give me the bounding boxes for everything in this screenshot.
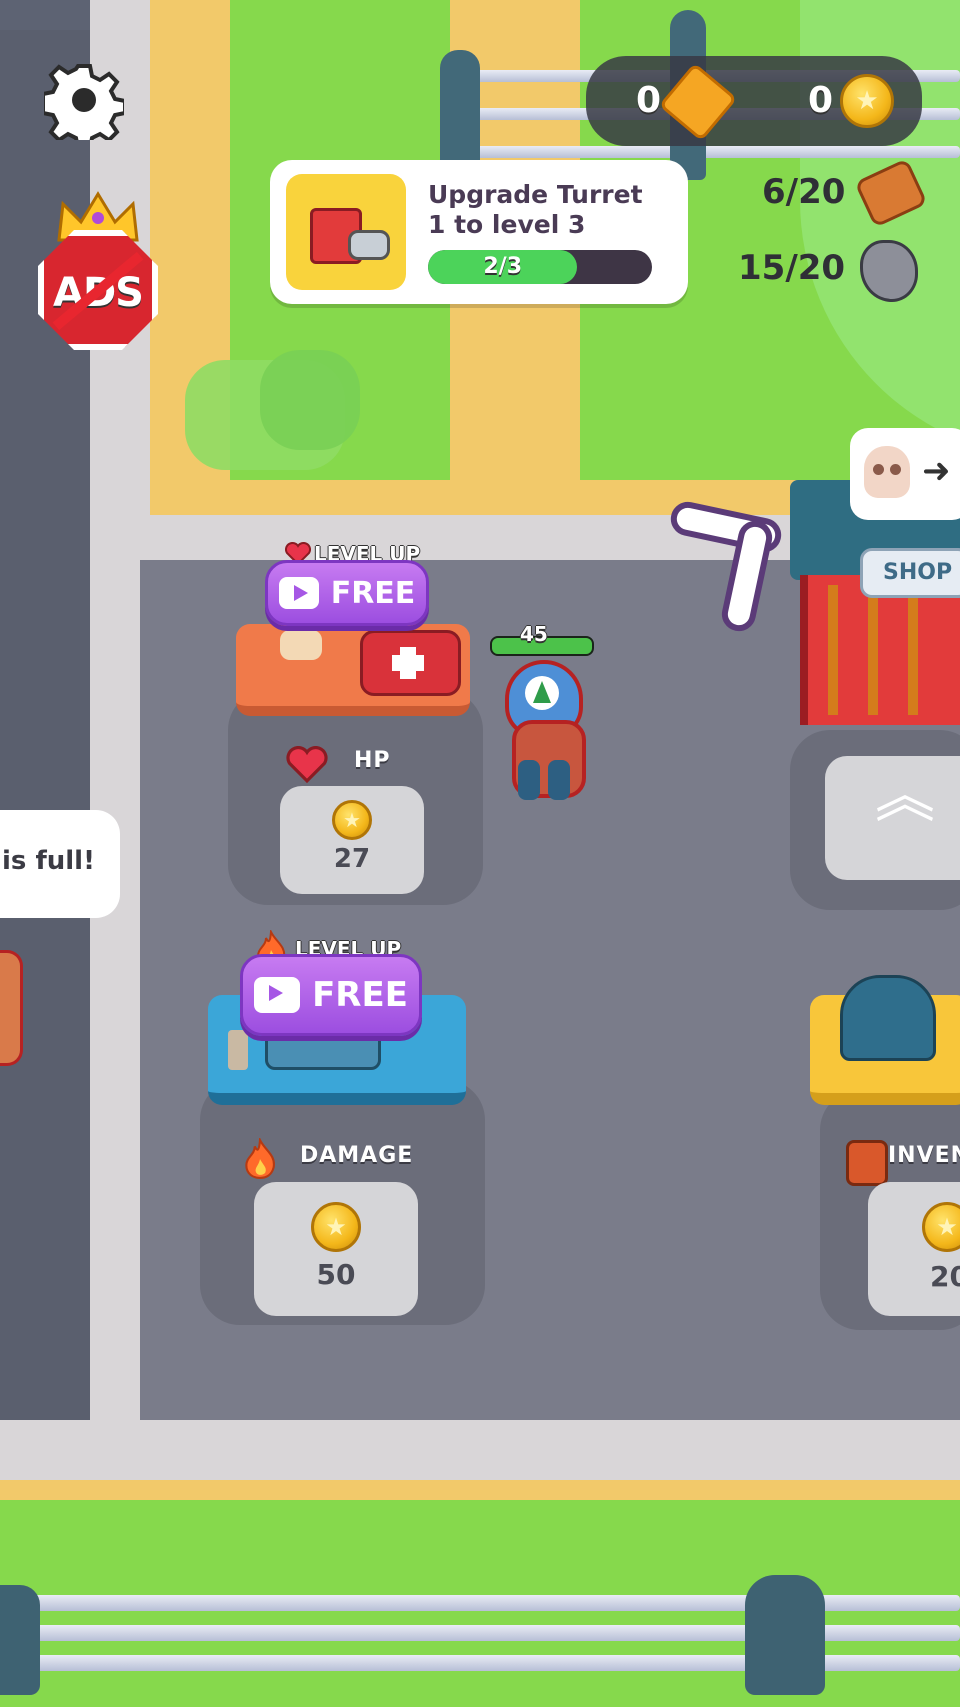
play-video-icon: [254, 977, 301, 1013]
bush: [260, 350, 360, 450]
gear-icon: [41, 64, 127, 150]
fence-post: [440, 50, 480, 170]
play-video-icon: [278, 577, 319, 609]
bandage-icon: [280, 630, 322, 660]
notification-bubble: is full!: [0, 810, 120, 918]
hp-stat-label: HP: [354, 748, 391, 773]
damage-free-button[interactable]: FREE: [240, 954, 422, 1036]
quest-progress-text: 2/3: [483, 254, 523, 279]
currency-panel: 0 0 ★: [586, 56, 922, 146]
settings-button[interactable]: [41, 60, 127, 150]
fence-rail: [470, 146, 960, 158]
quest-card[interactable]: Upgrade Turret 1 to level 3 2/3: [270, 160, 688, 304]
tree-logo-icon: [525, 676, 559, 710]
gun-icon: [265, 1030, 381, 1070]
quest-progress-bar: 2/3: [428, 250, 652, 284]
damage-free-label: FREE: [312, 975, 408, 1015]
medkit-icon: [360, 630, 461, 696]
arrow-right-icon: ➜: [922, 451, 951, 491]
skull-icon: [864, 446, 910, 498]
wood-count: 6/20: [762, 172, 846, 212]
partial-character: [0, 950, 23, 1066]
skull-arrow-bubble: ➜: [850, 428, 960, 520]
damage-upgrade-price[interactable]: ★ 50: [254, 1182, 418, 1316]
notification-text: is full!: [2, 846, 95, 876]
quest-title-line2: 1 to level 3: [428, 210, 586, 239]
damage-stat-label: DAMAGE: [300, 1143, 414, 1168]
hp-price-value: 27: [333, 844, 371, 874]
inventory-upgrade-price[interactable]: ★ 20: [868, 1182, 960, 1316]
no-ads-button[interactable]: ADS: [33, 190, 163, 360]
ticket-icon: [658, 62, 738, 142]
shop-sign: SHOP: [860, 548, 960, 598]
coin-icon: ★: [332, 800, 372, 840]
double-chevron-up-icon: ︽: [875, 761, 935, 831]
inventory-price-value: 20: [930, 1260, 960, 1293]
player-leg: [548, 760, 570, 800]
fence-post: [745, 1575, 825, 1695]
turret-icon: [286, 174, 406, 290]
stone-count: 15/20: [738, 248, 846, 288]
dirt-strip-bottom: [0, 1480, 960, 1500]
inventory-stat-label: INVEN: [888, 1143, 960, 1168]
coin-icon: ★: [311, 1202, 361, 1252]
backpack-icon: [840, 975, 936, 1061]
hp-free-label: FREE: [330, 575, 416, 611]
hp-free-button[interactable]: FREE: [265, 560, 429, 626]
tickets-count: 0: [636, 80, 662, 121]
quest-title-line1: Upgrade Turret: [428, 180, 643, 209]
upgrade-button[interactable]: ︽: [825, 756, 960, 880]
knife-icon: [228, 1030, 248, 1070]
damage-price-value: 50: [316, 1258, 356, 1291]
coin-icon: ★: [840, 74, 894, 128]
heart-icon: [286, 745, 328, 784]
hp-upgrade-price[interactable]: ★ 27: [280, 786, 424, 894]
player-leg: [518, 760, 540, 800]
coin-icon: ★: [922, 1202, 960, 1252]
heart-icon: [284, 541, 312, 566]
fire-icon: [238, 1136, 282, 1180]
floor-curb-bottom: [0, 1420, 960, 1480]
coins-count: 0: [808, 80, 834, 121]
fence-post: [0, 1585, 40, 1695]
backpack-small-icon: [846, 1140, 888, 1186]
player-hp-value: 45: [520, 622, 548, 646]
